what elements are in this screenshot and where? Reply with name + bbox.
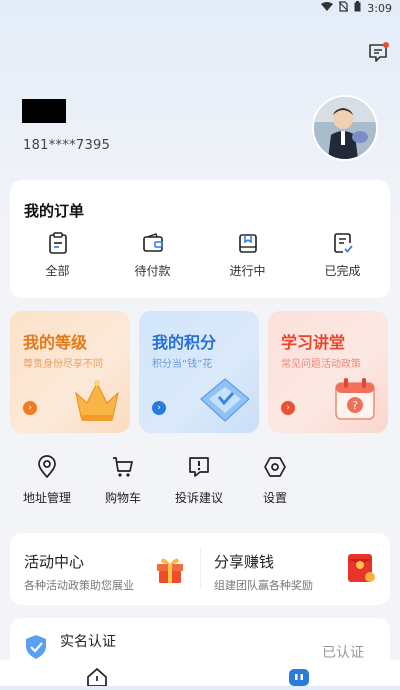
settings-button[interactable]: 设置 xyxy=(240,455,310,506)
checklist-icon xyxy=(333,233,353,253)
order-in-progress-label: 进行中 xyxy=(229,264,266,278)
chevron-right-icon: › xyxy=(281,401,295,415)
orders-card: 我的订单 全部 待付款 进行中 已完成 xyxy=(10,180,390,298)
share-earn-button[interactable]: 分享赚钱 组建团队赢各种奖励 xyxy=(200,533,390,605)
calendar-question-icon: ? xyxy=(335,378,375,420)
promo-level-title: 我的等级 xyxy=(23,333,88,352)
tab-home[interactable] xyxy=(86,667,108,690)
wallet-icon xyxy=(142,233,163,252)
promo-points-title: 我的积分 xyxy=(152,333,217,352)
order-unpaid-button[interactable]: 待付款 xyxy=(113,232,193,279)
activity-center-title: 活动中心 xyxy=(24,553,85,571)
status-time: 3:09 xyxy=(367,1,392,15)
share-earn-title: 分享赚钱 xyxy=(214,553,275,571)
promo-level-subtitle: 尊贵身份尽享不同 xyxy=(23,359,103,370)
feedback-icon xyxy=(189,457,209,477)
activity-center-subtitle: 各种活动政策助您展业 xyxy=(24,579,134,592)
avatar[interactable] xyxy=(312,95,378,161)
gift-icon xyxy=(157,558,183,583)
points-diamond-icon xyxy=(200,378,250,422)
promo-learning-title: 学习讲堂 xyxy=(281,333,346,352)
verification-status: 已认证 xyxy=(322,645,364,661)
home-icon xyxy=(87,667,107,687)
promo-learning-card[interactable]: 学习讲堂 常见问题活动政策 › ? xyxy=(268,311,388,433)
activity-center-button[interactable]: 活动中心 各种活动政策助您展业 xyxy=(10,533,200,605)
battery-icon xyxy=(354,1,361,15)
bookmark-box-icon xyxy=(238,234,257,253)
share-earn-subtitle: 组建团队赢各种奖励 xyxy=(214,579,313,592)
activity-card: 活动中心 各种活动政策助您展业 分享赚钱 组建团队赢各种奖励 xyxy=(10,533,390,605)
promo-level-card[interactable]: 我的等级 尊贵身份尽享不同 › xyxy=(10,311,130,433)
cart-label: 购物车 xyxy=(104,491,141,505)
svg-text:?: ? xyxy=(352,399,358,412)
redacted-username xyxy=(22,99,66,123)
tab-mine[interactable] xyxy=(288,668,310,690)
location-pin-icon xyxy=(38,455,56,479)
chevron-right-icon: › xyxy=(23,401,37,415)
feedback-button[interactable]: 投诉建议 xyxy=(164,455,234,506)
promo-points-card[interactable]: 我的积分 积分当“钱”花 › xyxy=(139,311,259,433)
chevron-right-icon: › xyxy=(152,401,166,415)
order-status-row: 全部 待付款 进行中 已完成 xyxy=(10,232,390,279)
cart-button[interactable]: 购物车 xyxy=(88,455,158,506)
address-management-button[interactable]: 地址管理 xyxy=(12,455,82,506)
verification-title: 实名认证 xyxy=(60,634,116,650)
crown-icon xyxy=(75,380,119,421)
shield-check-icon xyxy=(26,635,46,659)
order-all-label: 全部 xyxy=(45,264,70,278)
profile-tab-icon xyxy=(289,669,309,686)
order-completed-label: 已完成 xyxy=(324,264,361,278)
orders-title: 我的订单 xyxy=(24,202,85,220)
feedback-label: 投诉建议 xyxy=(174,491,223,505)
clipboard-icon xyxy=(48,232,67,254)
settings-label: 设置 xyxy=(262,491,287,505)
address-management-label: 地址管理 xyxy=(22,491,71,505)
settings-hex-icon xyxy=(264,457,286,477)
no-sim-icon xyxy=(338,1,349,15)
promo-learning-subtitle: 常见问题活动政策 xyxy=(281,359,361,370)
message-icon xyxy=(369,42,389,62)
order-in-progress-button[interactable]: 进行中 xyxy=(208,232,288,279)
cart-icon xyxy=(113,457,133,477)
order-completed-button[interactable]: 已完成 xyxy=(303,232,383,279)
red-envelope-icon xyxy=(348,554,375,582)
order-all-button[interactable]: 全部 xyxy=(18,232,98,279)
promo-points-subtitle: 积分当“钱”花 xyxy=(152,359,213,370)
status-bar: 3:09 xyxy=(0,0,400,16)
order-unpaid-label: 待付款 xyxy=(134,264,171,278)
bottom-tab-bar xyxy=(0,660,400,687)
phone-number: 181****7395 xyxy=(23,138,111,153)
wifi-icon xyxy=(321,1,334,15)
message-button[interactable] xyxy=(367,42,389,64)
